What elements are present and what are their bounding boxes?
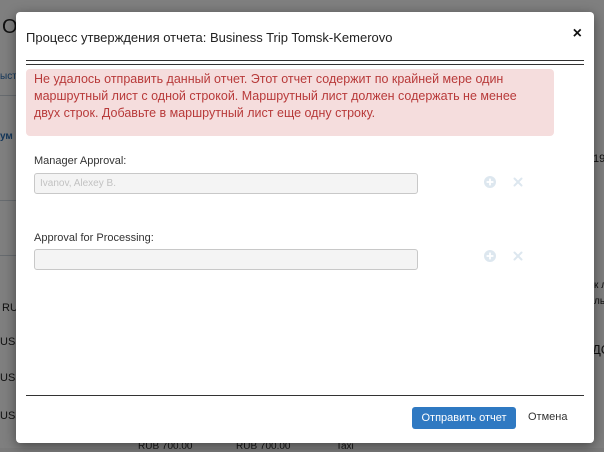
cancel-button[interactable]: Отмена <box>528 411 567 423</box>
manager-approval-label: Manager Approval: <box>34 155 127 167</box>
approval-processing-input[interactable] <box>34 249 418 270</box>
approval-processing-label: Approval for Processing: <box>34 232 154 244</box>
submit-report-button[interactable]: Отправить отчет <box>412 407 516 429</box>
header-divider <box>26 64 584 65</box>
footer-divider <box>26 395 584 396</box>
remove-processor-icon[interactable] <box>512 250 524 262</box>
close-button[interactable]: × <box>573 25 582 43</box>
manager-approval-input[interactable] <box>34 173 418 194</box>
remove-approver-icon[interactable] <box>512 176 524 188</box>
header-divider <box>26 60 584 61</box>
error-alert: Не удалось отправить данный отчет. Этот … <box>26 69 554 136</box>
approval-process-dialog: Процесс утверждения отчета: Business Tri… <box>16 12 594 443</box>
add-approver-icon[interactable] <box>484 176 496 188</box>
dialog-title: Процесс утверждения отчета: Business Tri… <box>26 30 393 45</box>
add-processor-icon[interactable] <box>484 250 496 262</box>
